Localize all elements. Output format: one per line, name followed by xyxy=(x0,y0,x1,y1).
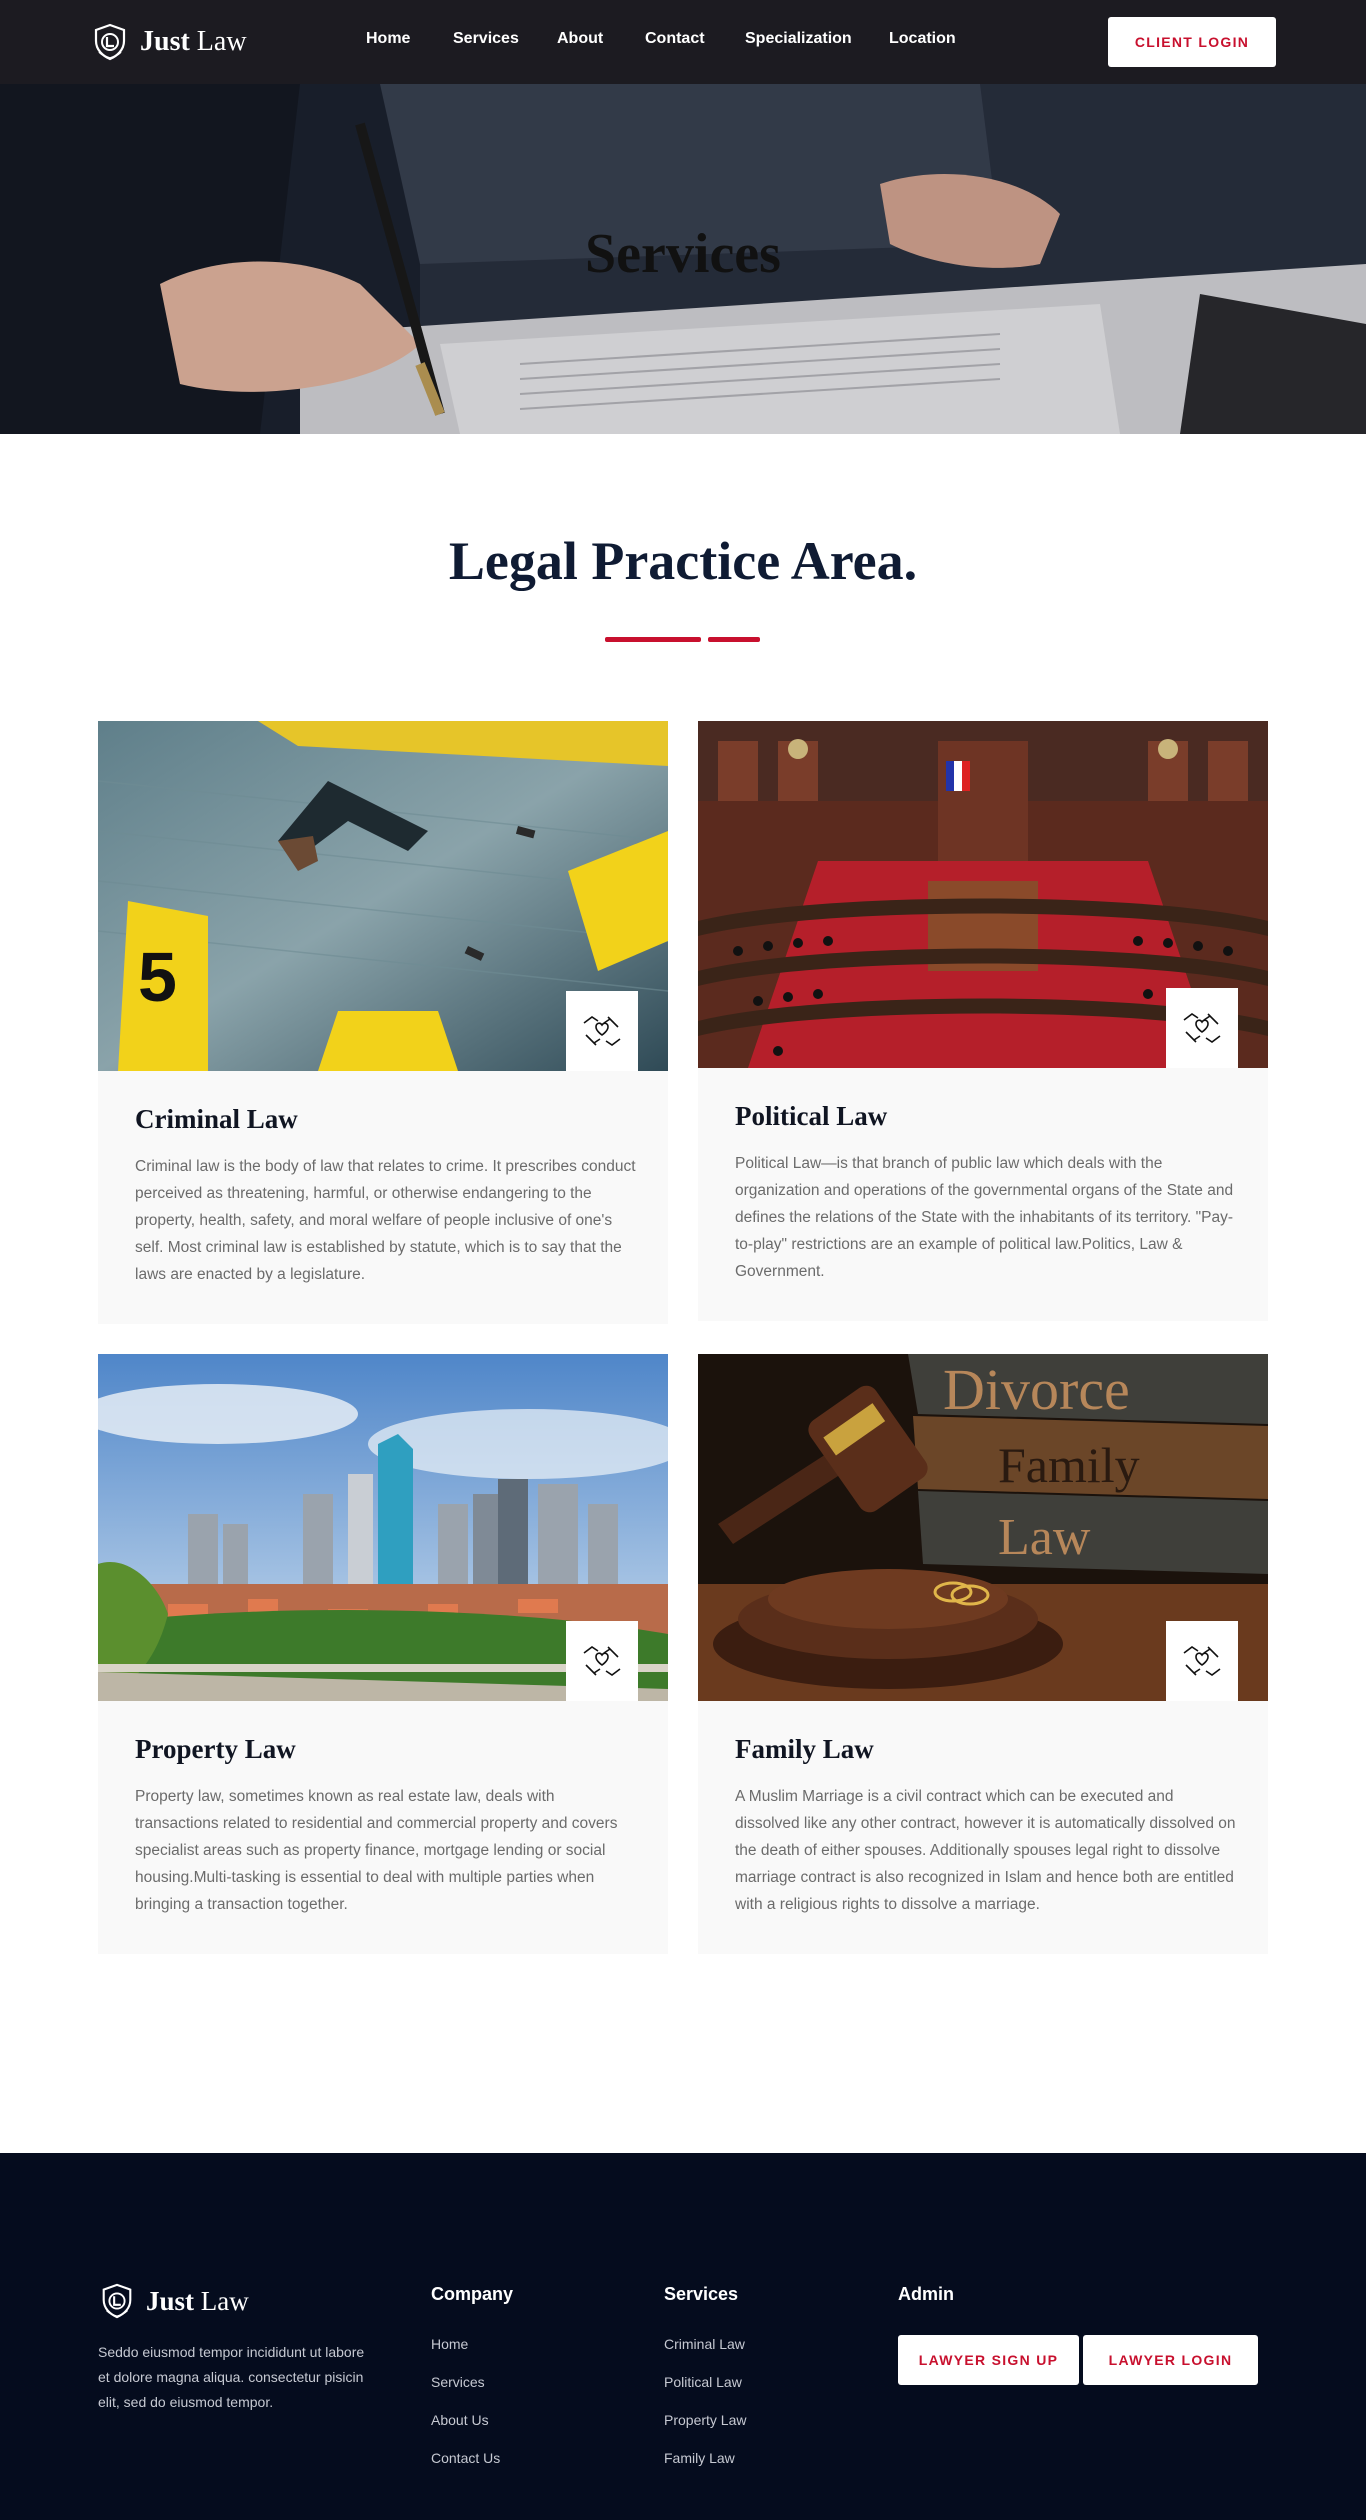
card-title: Family Law xyxy=(735,1734,874,1764)
hero-title: Services xyxy=(585,223,781,285)
book-text-law: Law xyxy=(998,1509,1091,1566)
footer-about-text: Seddo eiusmod tempor incididunt ut labor… xyxy=(98,2344,365,2410)
svg-text:5: 5 xyxy=(138,938,177,1016)
practice-card-political-law[interactable]: Political Law Political Law—is that bran… xyxy=(698,721,1268,1321)
top-navbar: Just Law Home Services About Contact Spe… xyxy=(0,0,1366,84)
nav-services[interactable]: Services xyxy=(453,30,519,48)
card-badge xyxy=(566,991,638,1071)
card-title: Property Law xyxy=(135,1734,296,1764)
card-text: Political Law—is that branch of public l… xyxy=(735,1155,1234,1280)
card-badge xyxy=(566,1621,638,1701)
footer-link-services[interactable]: Services xyxy=(431,2374,485,2390)
card-title: Criminal Law xyxy=(135,1104,298,1134)
lawyer-login-button[interactable]: LAWYER LOGIN xyxy=(1083,2335,1258,2385)
title-divider-short xyxy=(708,637,760,642)
nav-contact[interactable]: Contact xyxy=(645,30,705,48)
footer-link-family-law[interactable]: Family Law xyxy=(664,2450,735,2466)
footer-company-title: Company xyxy=(431,2284,514,2304)
footer-brand-light: Law xyxy=(200,2285,249,2316)
card-text: A Muslim Marriage is a civil contract wh… xyxy=(735,1788,1236,1913)
nav-specialization[interactable]: Specialization xyxy=(745,30,852,48)
card-text: Property law, sometimes known as real es… xyxy=(135,1788,618,1913)
client-login-button[interactable]: CLIENT LOGIN xyxy=(1108,17,1276,67)
footer-link-political-law[interactable]: Political Law xyxy=(664,2374,742,2390)
footer-link-contact-us[interactable]: Contact Us xyxy=(431,2450,500,2466)
book-text-family: Family xyxy=(998,1437,1140,1493)
practice-card-family-law[interactable]: Divorce Family Law Family Law A Muslim M… xyxy=(698,1354,1268,1954)
lawyer-signup-button[interactable]: LAWYER SIGN UP xyxy=(898,2335,1079,2385)
handshake-heart-icon xyxy=(1183,1646,1221,1676)
footer-link-home[interactable]: Home xyxy=(431,2336,468,2352)
site-logo[interactable]: Just Law xyxy=(90,22,247,62)
nav-location[interactable]: Location xyxy=(889,30,956,48)
footer-link-about-us[interactable]: About Us xyxy=(431,2412,489,2428)
card-title: Political Law xyxy=(735,1101,888,1131)
shield-logo-icon xyxy=(102,2283,132,2319)
section-title: Legal Practice Area. xyxy=(448,531,918,591)
brand-bold: Just xyxy=(140,26,190,57)
hero-banner: Services xyxy=(0,84,1366,434)
card-badge xyxy=(1166,1621,1238,1701)
footer-brand-bold: Just xyxy=(146,2285,195,2316)
handshake-heart-icon xyxy=(583,1016,621,1046)
footer-logo[interactable]: Just Law xyxy=(98,2282,249,2320)
practice-card-property-law[interactable]: Property Law Property law, sometimes kno… xyxy=(98,1354,668,1954)
handshake-heart-icon xyxy=(1183,1013,1221,1043)
footer-services-title: Services xyxy=(664,2284,739,2304)
footer-link-criminal-law[interactable]: Criminal Law xyxy=(664,2336,745,2352)
nav-about[interactable]: About xyxy=(557,30,603,48)
footer-link-property-law[interactable]: Property Law xyxy=(664,2412,746,2428)
title-divider-long xyxy=(605,637,701,642)
book-text-divorce: Divorce xyxy=(943,1357,1130,1422)
card-text: Criminal law is the body of law that rel… xyxy=(135,1158,636,1283)
footer-admin-title: Admin xyxy=(898,2284,954,2304)
practice-card-criminal-law[interactable]: 5 Criminal Law Criminal law is the body … xyxy=(98,721,668,1324)
brand-light: Law xyxy=(196,26,247,57)
nav-home[interactable]: Home xyxy=(366,30,410,48)
card-badge xyxy=(1166,988,1238,1068)
shield-logo-icon xyxy=(94,23,126,61)
handshake-heart-icon xyxy=(583,1646,621,1676)
